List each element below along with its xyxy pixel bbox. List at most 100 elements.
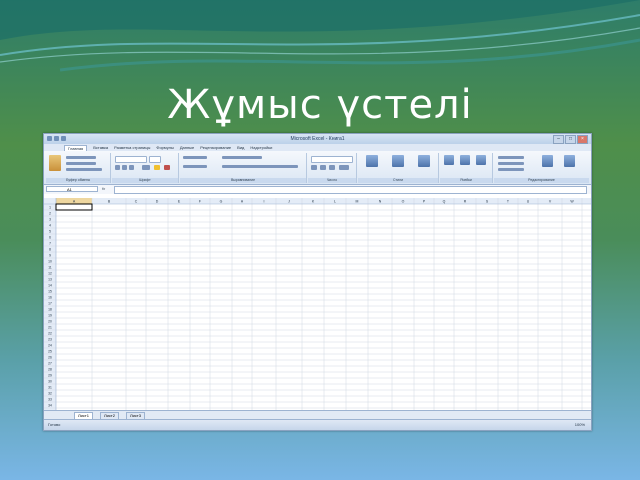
row-header[interactable]: 7 xyxy=(49,242,51,246)
column-header[interactable]: Q xyxy=(443,200,446,204)
row-header[interactable]: 8 xyxy=(49,248,51,252)
row-header[interactable]: 34 xyxy=(48,404,52,408)
row-header[interactable]: 1 xyxy=(49,206,51,210)
paste-icon[interactable] xyxy=(49,155,61,171)
group-cells: Ячейки xyxy=(440,153,493,183)
format-painter-icon[interactable] xyxy=(66,168,102,171)
row-header[interactable]: 23 xyxy=(48,338,52,342)
row-header[interactable]: 26 xyxy=(48,356,52,360)
row-header[interactable]: 15 xyxy=(48,290,52,294)
row-header[interactable]: 18 xyxy=(48,308,52,312)
name-box[interactable]: A1 xyxy=(46,186,98,192)
row-header[interactable]: 5 xyxy=(49,230,51,234)
row-header[interactable]: 19 xyxy=(48,314,52,318)
zoom-level[interactable]: 100% xyxy=(575,422,585,427)
row-header[interactable]: 9 xyxy=(49,254,51,258)
tab-data[interactable]: Данные xyxy=(180,145,194,150)
row-header[interactable]: 11 xyxy=(48,266,52,270)
column-header[interactable]: J xyxy=(288,200,290,204)
row-header[interactable]: 24 xyxy=(48,344,52,348)
column-header[interactable]: G xyxy=(220,200,223,204)
row-header[interactable]: 28 xyxy=(48,368,52,372)
format-as-table-icon[interactable] xyxy=(392,155,404,167)
window-title: Microsoft Excel - Книга1 xyxy=(290,136,345,142)
column-header[interactable]: M xyxy=(356,200,359,204)
italic-icon[interactable] xyxy=(122,165,127,170)
tab-insert[interactable]: Вставка xyxy=(93,145,108,150)
row-header[interactable]: 31 xyxy=(48,386,52,390)
delete-cells-icon[interactable] xyxy=(460,155,470,165)
tab-review[interactable]: Рецензирование xyxy=(200,145,231,150)
row-header[interactable]: 14 xyxy=(48,284,52,288)
conditional-formatting-icon[interactable] xyxy=(366,155,378,167)
formula-input[interactable] xyxy=(114,186,587,194)
row-header[interactable]: 13 xyxy=(48,278,52,282)
underline-icon[interactable] xyxy=(129,165,134,170)
tab-home[interactable]: Главная xyxy=(64,144,88,151)
row-header[interactable]: 12 xyxy=(48,272,52,276)
insert-cells-icon[interactable] xyxy=(444,155,454,165)
comma-icon[interactable] xyxy=(329,165,335,170)
group-label: Стили xyxy=(358,178,438,183)
tab-formulas[interactable]: Формулы xyxy=(156,145,173,150)
spreadsheet-grid[interactable]: A B C D E F G H I J K L M N O P Q R S T U V W12345678910111213… xyxy=(44,194,591,418)
cell-styles-icon[interactable] xyxy=(418,155,430,167)
merge-center-icon[interactable] xyxy=(222,165,298,168)
tab-view[interactable]: Вид xyxy=(237,145,244,150)
maximize-button[interactable]: □ xyxy=(565,135,576,144)
copy-icon[interactable] xyxy=(66,162,96,165)
clear-icon[interactable] xyxy=(498,168,524,171)
fill-color-icon[interactable] xyxy=(154,165,160,170)
row-header[interactable]: 25 xyxy=(48,350,52,354)
row-header[interactable]: 16 xyxy=(48,296,52,300)
decimal-icon[interactable] xyxy=(339,165,349,170)
tab-addins[interactable]: Надстройки xyxy=(250,145,272,150)
row-header[interactable]: 10 xyxy=(48,260,52,264)
row-header[interactable]: 17 xyxy=(48,302,52,306)
bold-icon[interactable] xyxy=(115,165,120,170)
minimize-button[interactable]: – xyxy=(553,135,564,144)
percent-icon[interactable] xyxy=(320,165,326,170)
column-header[interactable]: I xyxy=(264,200,265,204)
currency-icon[interactable] xyxy=(311,165,317,170)
group-editing: Редактирование xyxy=(494,153,589,183)
autosum-icon[interactable] xyxy=(498,156,524,159)
row-header[interactable]: 20 xyxy=(48,320,52,324)
row-header[interactable]: 4 xyxy=(49,224,51,228)
row-header[interactable]: 32 xyxy=(48,392,52,396)
font-color-icon[interactable] xyxy=(164,165,170,170)
column-header[interactable]: L xyxy=(334,200,336,204)
row-header[interactable]: 30 xyxy=(48,380,52,384)
column-header[interactable]: F xyxy=(199,200,201,204)
title-bar: Microsoft Excel - Книга1 – □ × xyxy=(44,134,591,144)
sort-filter-icon[interactable] xyxy=(542,155,553,167)
borders-icon[interactable] xyxy=(142,165,150,170)
wrap-text-icon[interactable] xyxy=(222,156,262,159)
active-cell[interactable] xyxy=(55,203,93,211)
status-bar: Готово 100% xyxy=(44,419,591,430)
align-top-icon[interactable] xyxy=(183,156,207,159)
ribbon: Буфер обмена Шрифт Выравнивание Число Ст… xyxy=(44,151,591,185)
row-header[interactable]: 29 xyxy=(48,374,52,378)
font-size-select[interactable] xyxy=(149,156,161,163)
number-format-select[interactable] xyxy=(311,156,353,163)
align-left-icon[interactable] xyxy=(183,165,207,168)
row-header[interactable]: 22 xyxy=(48,332,52,336)
row-header[interactable]: 33 xyxy=(48,398,52,402)
format-cells-icon[interactable] xyxy=(476,155,486,165)
fill-icon[interactable] xyxy=(498,162,524,165)
column-header[interactable]: O xyxy=(402,200,405,204)
font-name-select[interactable] xyxy=(115,156,147,163)
row-header[interactable]: 21 xyxy=(48,326,52,330)
fx-icon[interactable]: fx xyxy=(102,186,112,192)
cut-icon[interactable] xyxy=(66,156,96,159)
ribbon-tabs: Главная Вставка Разметка страницы Формул… xyxy=(44,144,591,151)
row-header[interactable]: 3 xyxy=(49,218,51,222)
row-header[interactable]: 27 xyxy=(48,362,52,366)
tab-page-layout[interactable]: Разметка страницы xyxy=(114,145,150,150)
row-header[interactable]: 2 xyxy=(49,212,51,216)
close-button[interactable]: × xyxy=(577,135,588,144)
find-select-icon[interactable] xyxy=(564,155,575,167)
group-label: Буфер обмена xyxy=(46,178,110,183)
row-header[interactable]: 6 xyxy=(49,236,51,240)
